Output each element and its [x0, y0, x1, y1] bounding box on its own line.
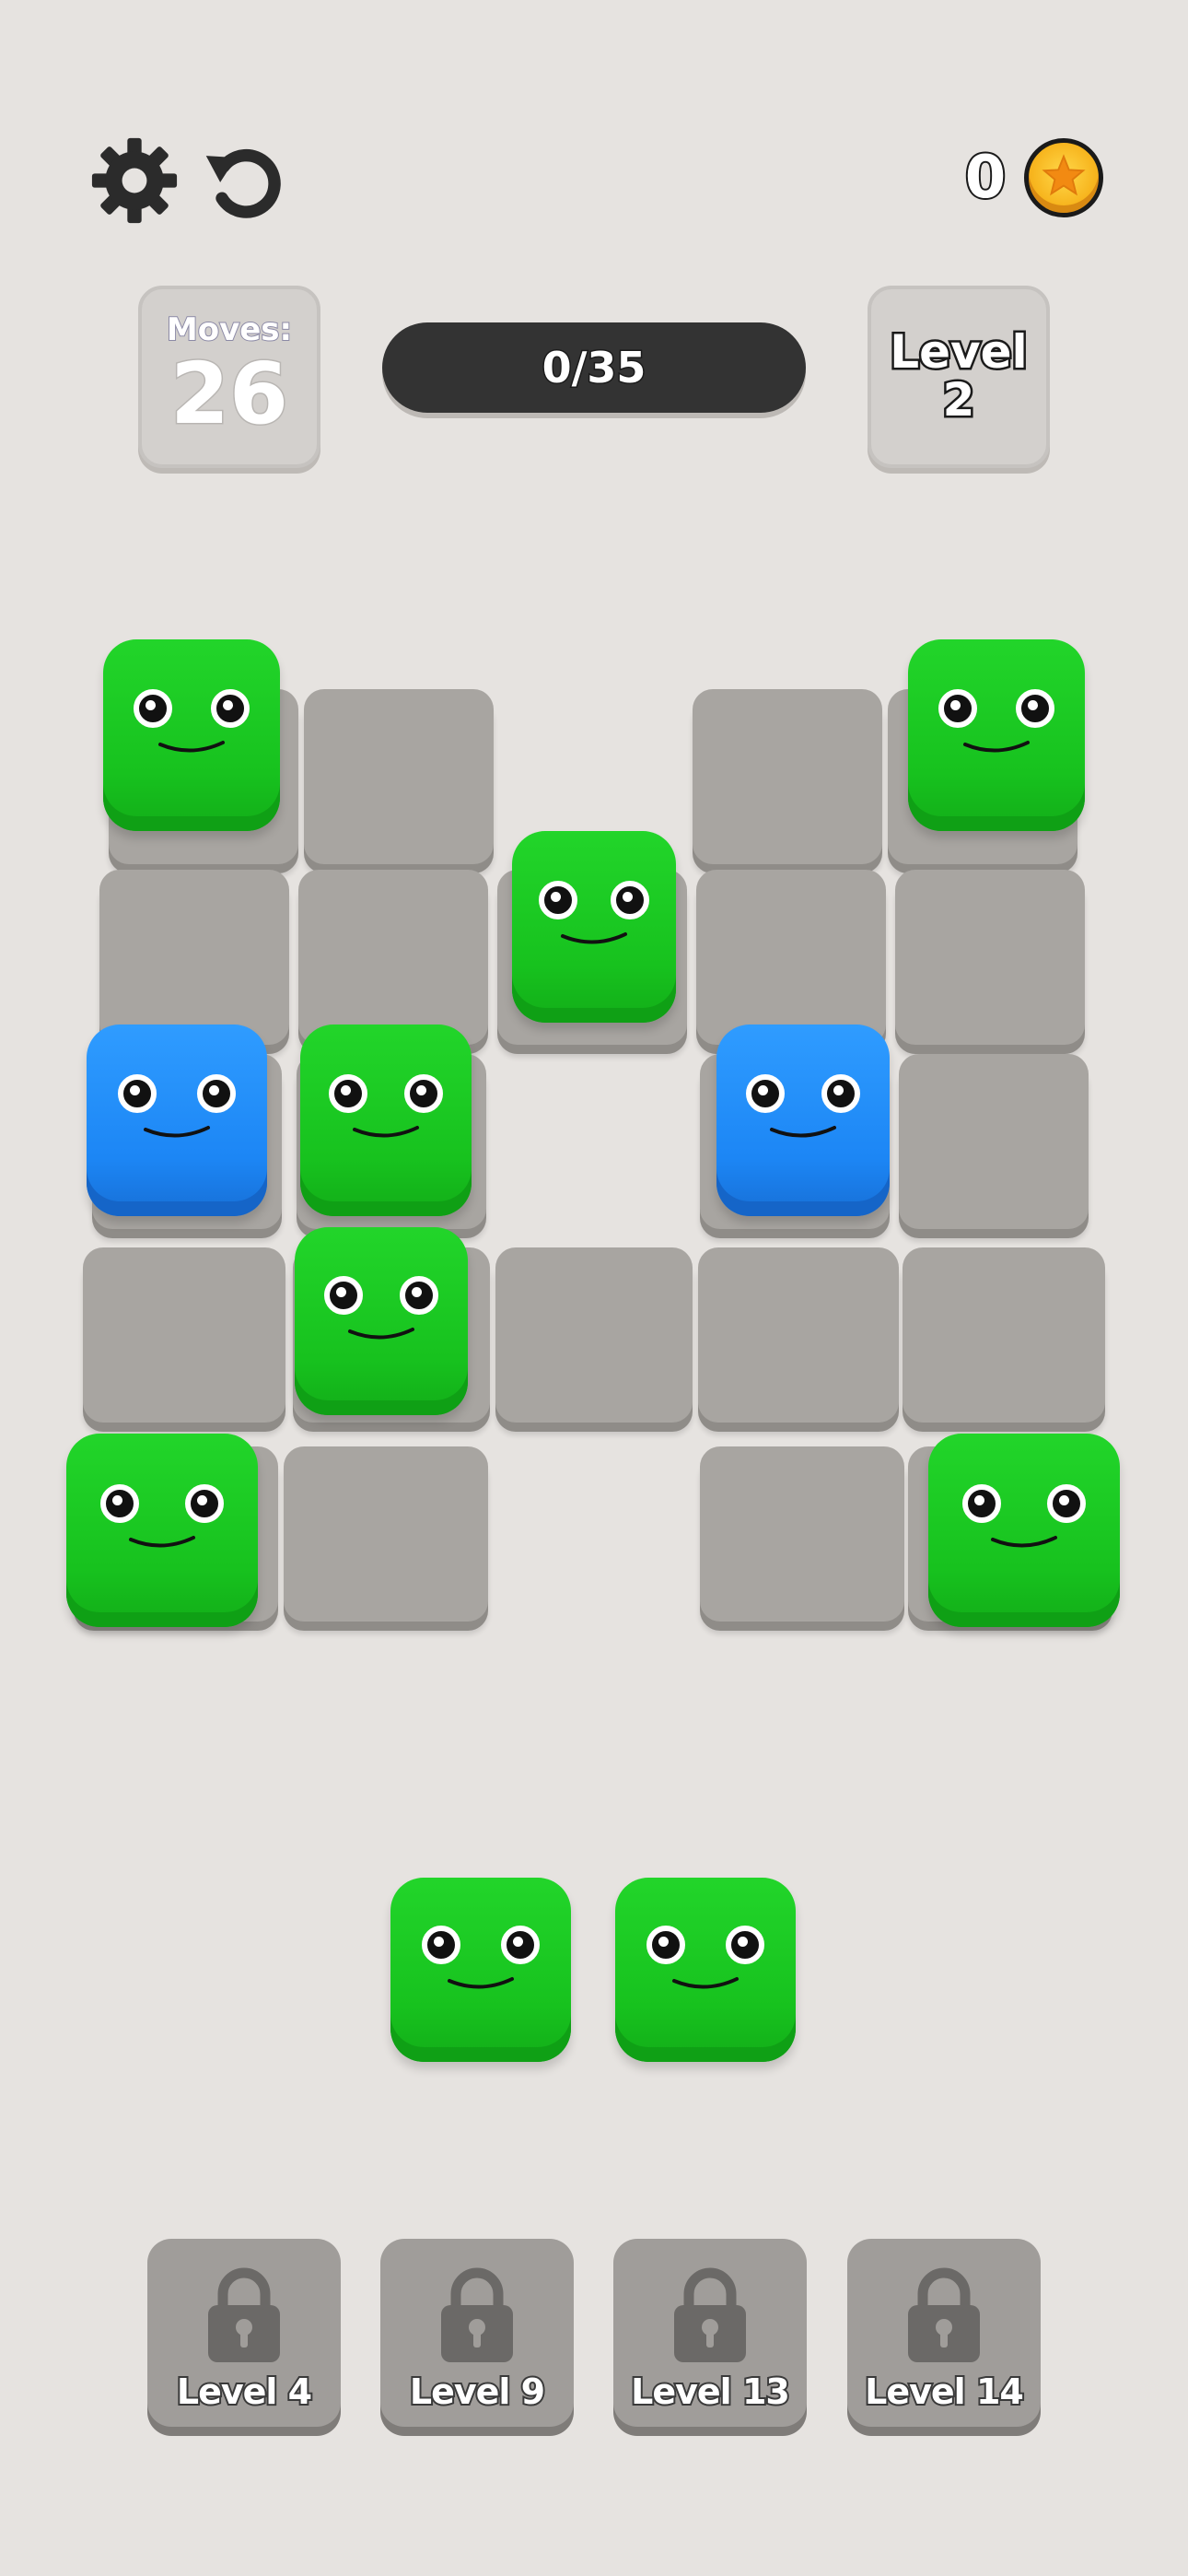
- cube-eye: [118, 1074, 157, 1113]
- lock-icon: [908, 2267, 980, 2362]
- board-cube[interactable]: [512, 831, 676, 1023]
- cube-mouth: [158, 741, 225, 753]
- lock-icon: [674, 2267, 746, 2362]
- cube-mouth: [770, 1126, 836, 1138]
- cube-eye: [821, 1074, 860, 1113]
- lock-icon: [441, 2267, 513, 2362]
- board-cube[interactable]: [66, 1434, 258, 1627]
- board-tile[interactable]: [895, 870, 1085, 1045]
- settings-button[interactable]: [90, 136, 179, 225]
- progress-bar: 0/35: [382, 322, 806, 413]
- board-tile[interactable]: [99, 870, 289, 1045]
- cube-eye: [400, 1276, 438, 1315]
- level-word: Level: [888, 325, 1030, 379]
- moves-box: Moves: 26: [138, 286, 320, 468]
- tray-cube[interactable]: [390, 1878, 571, 2062]
- cube-eye: [211, 689, 250, 728]
- board-tile[interactable]: [284, 1446, 488, 1622]
- locked-level-button[interactable]: Level 13: [613, 2239, 807, 2427]
- locked-level-button[interactable]: Level 4: [147, 2239, 341, 2427]
- board-tile[interactable]: [696, 870, 886, 1045]
- level-box: Level 2: [868, 286, 1050, 468]
- locked-level-label: Level 13: [629, 2370, 792, 2414]
- cube-mouth: [561, 932, 627, 944]
- locked-level-label: Level 14: [863, 2370, 1026, 2414]
- cube-mouth: [348, 1328, 414, 1340]
- board-tile[interactable]: [304, 689, 494, 864]
- cube-mouth: [129, 1536, 195, 1548]
- cube-eye: [611, 881, 649, 919]
- cube-mouth: [144, 1126, 210, 1138]
- board-tile[interactable]: [899, 1054, 1089, 1229]
- locked-level-button[interactable]: Level 9: [380, 2239, 574, 2427]
- level-indicator: Level 2: [871, 325, 1046, 427]
- coin-icon: [1024, 138, 1103, 217]
- board-cube[interactable]: [87, 1025, 267, 1216]
- board-cube[interactable]: [908, 639, 1085, 831]
- cube-eye: [726, 1926, 764, 1964]
- cube-eye: [324, 1276, 363, 1315]
- cube-eye: [501, 1926, 540, 1964]
- cube-eye: [1016, 689, 1054, 728]
- board-cube[interactable]: [716, 1025, 890, 1216]
- cube-mouth: [991, 1536, 1057, 1548]
- cube-eye: [134, 689, 172, 728]
- cube-eye: [404, 1074, 443, 1113]
- cube-eye: [100, 1484, 139, 1523]
- board-cube[interactable]: [928, 1434, 1120, 1627]
- board-cube[interactable]: [103, 639, 280, 831]
- lock-icon: [208, 2267, 280, 2362]
- cube-mouth: [963, 741, 1030, 753]
- cube-eye: [962, 1484, 1001, 1523]
- board-cube[interactable]: [295, 1227, 468, 1415]
- coin-count: 0: [963, 142, 1008, 214]
- cube-eye: [646, 1926, 685, 1964]
- board-tile[interactable]: [903, 1247, 1105, 1423]
- board-tile[interactable]: [693, 689, 882, 864]
- cube-mouth: [672, 1977, 739, 1989]
- board-tile[interactable]: [495, 1247, 693, 1423]
- level-number: 2: [940, 373, 977, 427]
- cube-eye: [197, 1074, 236, 1113]
- tray-cube[interactable]: [615, 1878, 796, 2062]
- cube-eye: [938, 689, 977, 728]
- cube-mouth: [353, 1126, 419, 1138]
- board-cube[interactable]: [300, 1025, 472, 1216]
- star-icon: [1042, 154, 1086, 196]
- restart-button[interactable]: [201, 136, 289, 225]
- locked-level-button[interactable]: Level 14: [847, 2239, 1041, 2427]
- moves-value: 26: [169, 344, 289, 445]
- board-tile[interactable]: [700, 1446, 904, 1622]
- cube-eye: [185, 1484, 224, 1523]
- cube-mouth: [448, 1977, 514, 1989]
- cube-eye: [746, 1074, 785, 1113]
- cube-eye: [1047, 1484, 1086, 1523]
- restart-icon: [205, 148, 281, 218]
- board-tile[interactable]: [698, 1247, 899, 1423]
- cube-eye: [539, 881, 577, 919]
- progress-text: 0/35: [541, 342, 647, 394]
- cube-eye: [329, 1074, 367, 1113]
- cube-eye: [422, 1926, 460, 1964]
- board-tile[interactable]: [83, 1247, 285, 1423]
- locked-level-label: Level 4: [175, 2370, 314, 2414]
- gear-icon: [91, 137, 178, 224]
- moves-label: Moves:: [166, 310, 293, 349]
- locked-level-label: Level 9: [408, 2370, 547, 2414]
- board-tile[interactable]: [298, 870, 488, 1045]
